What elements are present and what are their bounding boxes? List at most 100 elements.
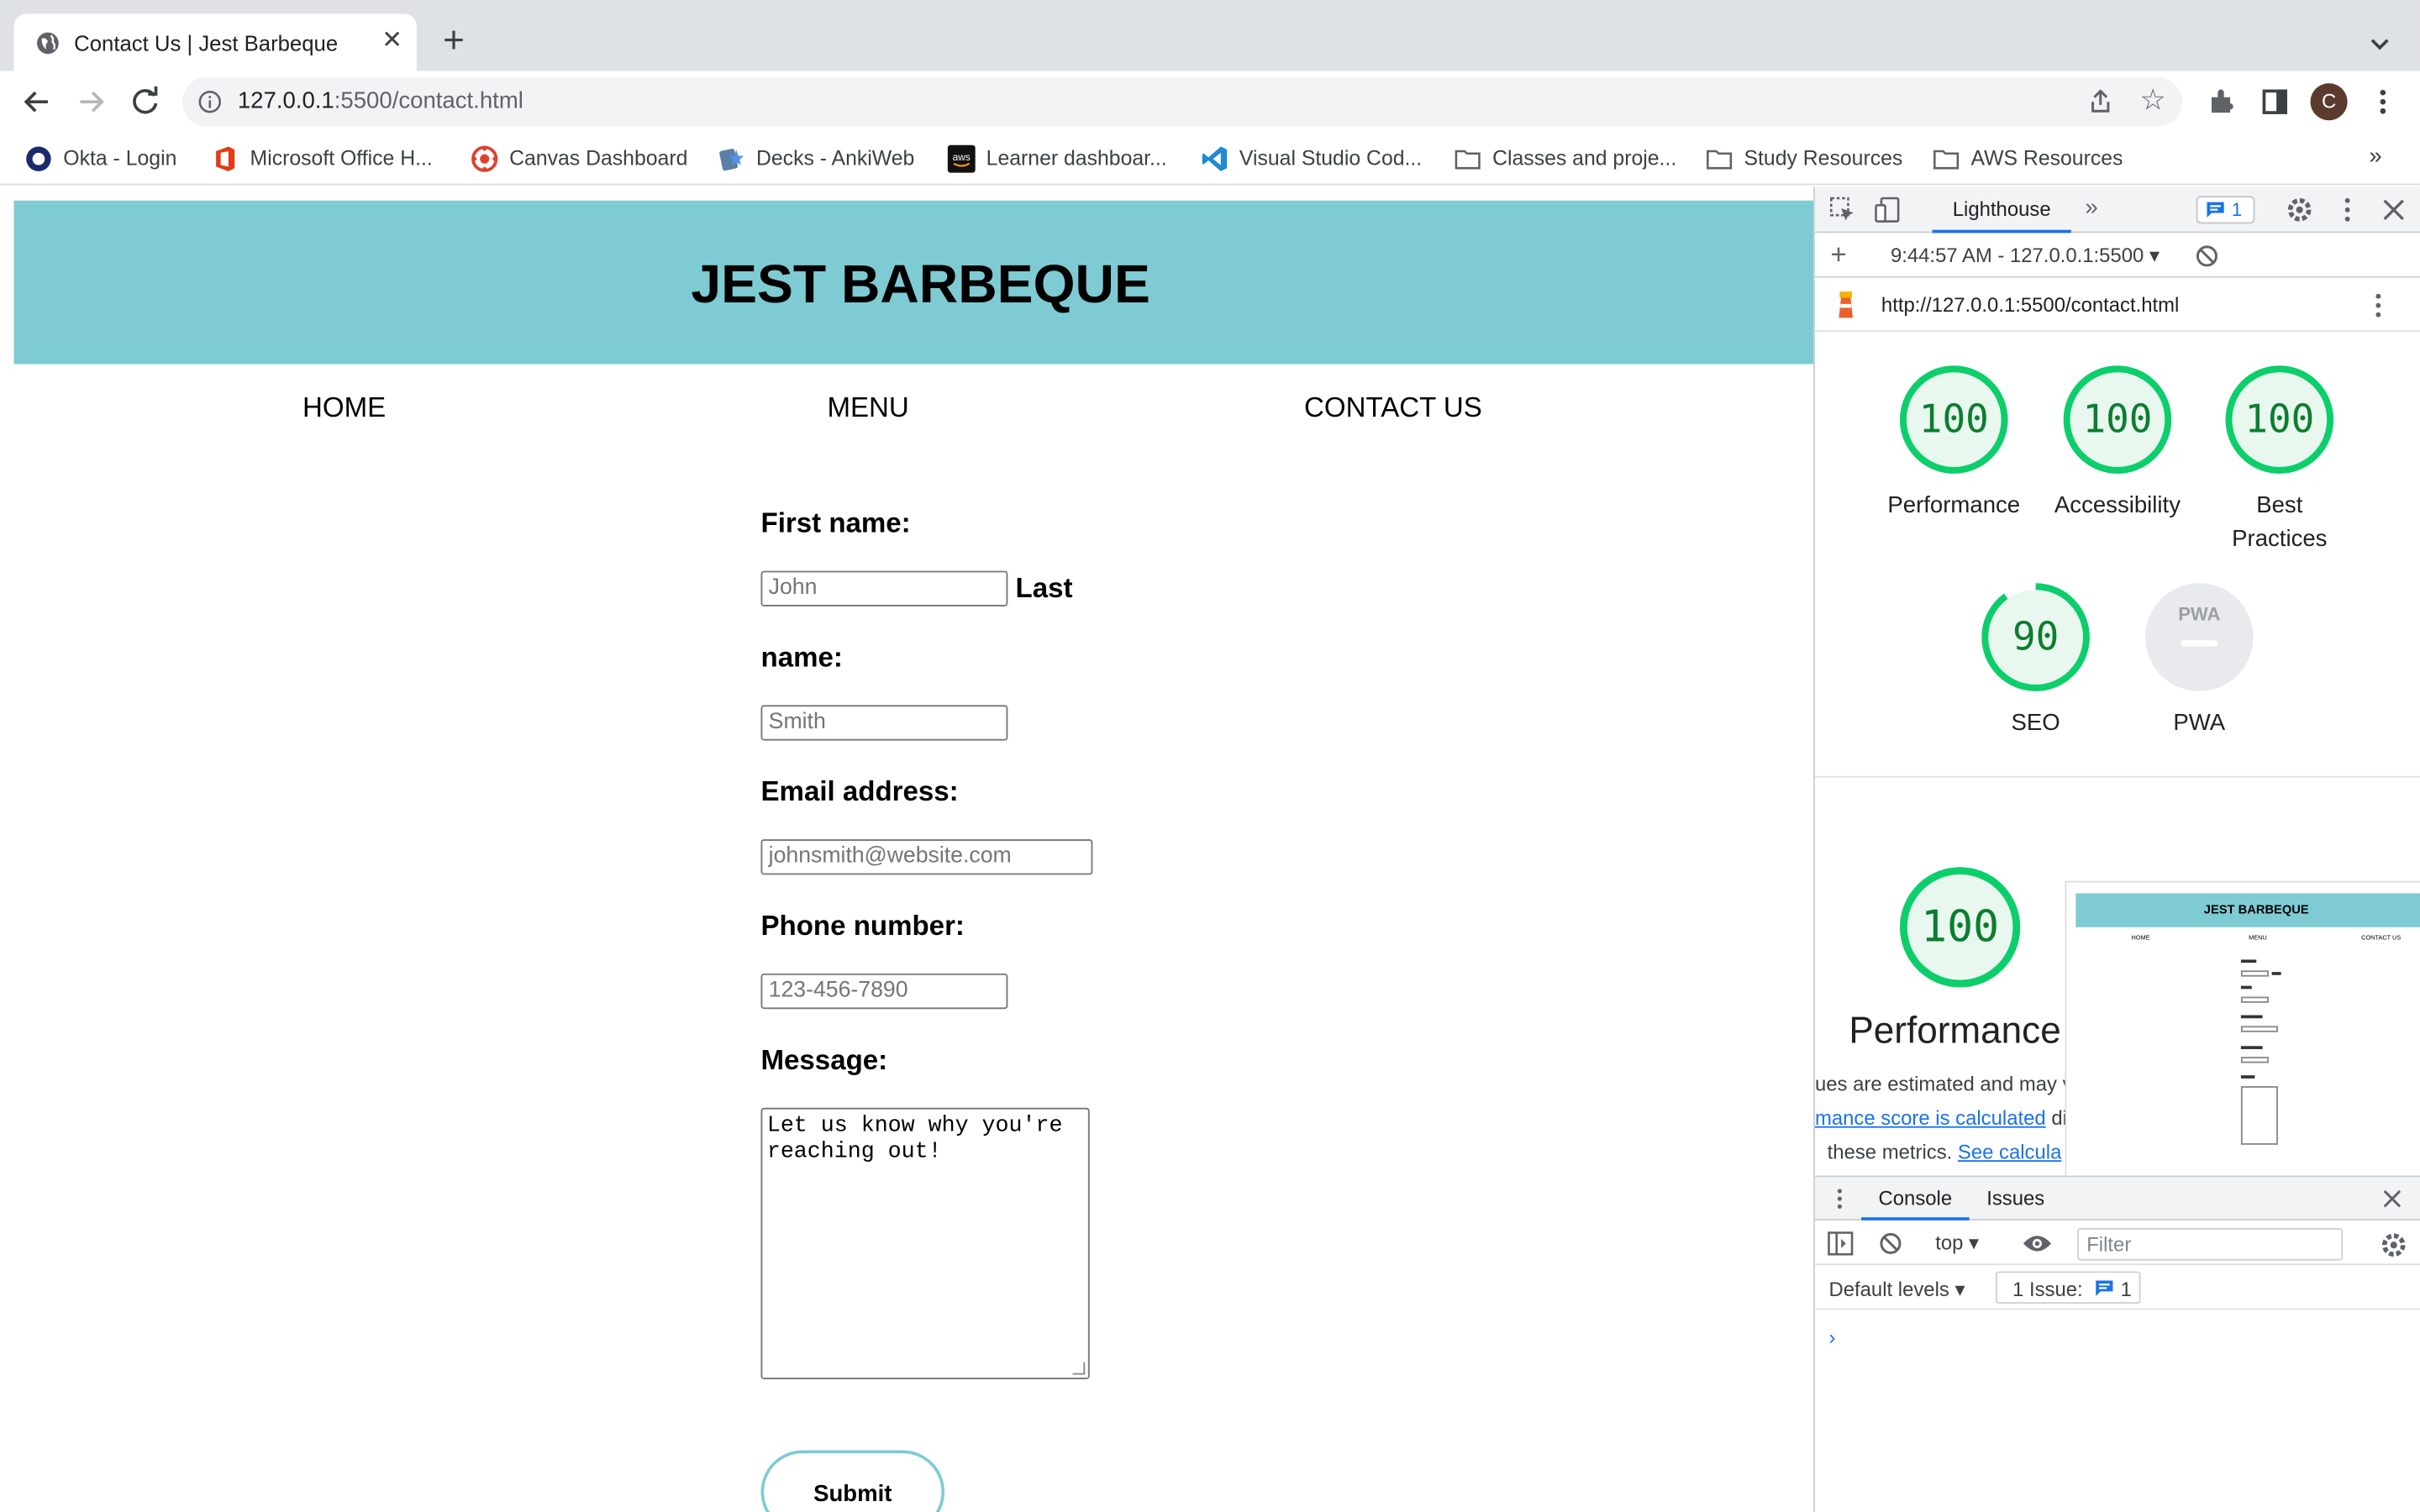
report-url: http://127.0.0.1:5500/contact.html <box>1881 292 2180 317</box>
console-prompt[interactable]: › <box>1828 1326 1835 1349</box>
nav-home-link[interactable]: HOME <box>302 392 386 425</box>
page-screenshot-thumbnail: JEST BARBEQUE HOME MENU CONTACT US <box>2065 880 2420 1178</box>
folder-icon <box>1933 150 1960 170</box>
tab-console[interactable]: Console <box>1861 1177 1970 1221</box>
phone-input[interactable]: 123-456-7890 <box>760 973 1008 1010</box>
first-name-label: First name: <box>760 507 911 539</box>
browser-tab[interactable]: Contact Us | Jest Barbeque ✕ <box>13 13 417 71</box>
best-practices-label: Best Practices <box>2232 491 2328 553</box>
bookmark-star-icon[interactable]: ☆ <box>2138 86 2169 118</box>
message-icon <box>2096 1280 2113 1296</box>
pwa-gauge[interactable]: PWA <box>2144 581 2254 692</box>
report-menu-icon[interactable] <box>2370 291 2386 319</box>
clear-reports-icon[interactable] <box>2195 244 2219 268</box>
thumb-title: JEST BARBEQUE <box>2203 902 2309 916</box>
perf-note-line: mance score is calculated dir <box>1814 1105 2074 1130</box>
tab-title: Contact Us | Jest Barbeque <box>74 30 339 56</box>
aws-icon: aws <box>947 144 976 173</box>
forward-icon[interactable] <box>72 83 109 120</box>
okta-icon <box>26 146 51 171</box>
drawer-menu-icon[interactable] <box>1835 1186 1844 1210</box>
reload-icon[interactable] <box>127 83 164 120</box>
share-icon[interactable] <box>2086 88 2114 116</box>
back-icon[interactable] <box>18 83 55 120</box>
clear-console-icon[interactable] <box>1878 1231 1902 1256</box>
message-line: reaching out! <box>766 1140 942 1165</box>
close-devtools-icon[interactable] <box>2380 196 2407 223</box>
browser-menu-icon[interactable] <box>2367 87 2398 118</box>
first-name-input[interactable]: John <box>760 570 1008 606</box>
lighthouse-report-bar: + 9:44:57 AM - 127.0.0.1:5500 ▾ <box>1814 234 2420 278</box>
extensions-icon[interactable] <box>2207 87 2238 118</box>
best-practices-gauge[interactable]: 100 <box>2224 364 2335 475</box>
performance-heading: Performance <box>1849 1011 2061 1053</box>
browser-toolbar: 127.0.0.1:5500/contact.html ☆ C <box>0 71 2420 133</box>
thumb-form <box>2240 959 2326 1160</box>
live-expression-eye-icon[interactable] <box>2022 1233 2053 1255</box>
tab-lighthouse[interactable]: Lighthouse <box>1932 186 2071 234</box>
anki-icon <box>719 149 744 171</box>
tab-issues[interactable]: Issues <box>1974 1177 2057 1220</box>
console-issues-button[interactable]: 1 Issue: 1 <box>1995 1271 2141 1305</box>
console-settings-gear-icon[interactable] <box>2380 1231 2407 1259</box>
perf-note-line: these metrics. See calcula <box>1827 1140 2062 1163</box>
profile-avatar[interactable]: C <box>2310 83 2348 121</box>
console-levels-bar: Default levels ▾ 1 Issue: 1 <box>1814 1267 2420 1310</box>
side-panel-icon[interactable] <box>2260 87 2291 118</box>
console-filter-input[interactable]: Filter <box>2077 1228 2344 1261</box>
bookmarks-overflow-button[interactable]: » <box>2369 144 2381 170</box>
more-tabs-button[interactable]: » <box>2085 194 2097 220</box>
accessibility-gauge[interactable]: 100 <box>2062 364 2173 475</box>
score-calc-link[interactable]: mance score is calculated <box>1815 1106 2046 1130</box>
settings-gear-icon[interactable] <box>2286 196 2313 223</box>
tab-search-icon[interactable] <box>2365 28 2396 59</box>
devtools-panel: Lighthouse » 1 + 9:44:57 AM - 127.0.0.1:… <box>1813 186 2420 1512</box>
address-bar[interactable]: 127.0.0.1:5500/contact.html ☆ <box>182 76 2183 127</box>
resize-grip-icon[interactable] <box>1072 1362 1086 1375</box>
console-drawer: Console Issues top ▾ Filter Default leve… <box>1814 1175 2420 1512</box>
performance-label: Performance <box>1887 491 2021 519</box>
inspect-element-icon[interactable] <box>1828 196 1856 223</box>
log-levels-dropdown[interactable]: Default levels ▾ <box>1828 1278 1965 1302</box>
email-input[interactable]: johnsmith@website.com <box>760 839 1093 875</box>
close-drawer-icon[interactable] <box>2383 1189 2402 1208</box>
devtools-menu-icon[interactable] <box>2333 196 2361 223</box>
folder-icon <box>1707 150 1733 170</box>
close-tab-icon[interactable]: ✕ <box>378 28 406 55</box>
thumb-nav: HOME <box>2131 933 2150 942</box>
message-label: Message: <box>760 1044 888 1076</box>
phone-label: Phone number: <box>760 910 965 942</box>
new-tab-button[interactable]: + <box>435 23 472 61</box>
console-toolbar: top ▾ Filter <box>1814 1222 2420 1266</box>
new-report-button[interactable]: + <box>1830 239 1846 272</box>
seo-gauge[interactable]: 90 <box>1980 581 2091 692</box>
pwa-label: PWA <box>2173 709 2226 737</box>
pwa-badge-text: PWA <box>2178 603 2220 624</box>
last-name-label: Last <box>1015 572 1073 604</box>
submit-button[interactable]: Submit <box>760 1450 945 1512</box>
thumb-nav: CONTACT US <box>2361 933 2402 942</box>
url-text: 127.0.0.1:5500/contact.html <box>237 87 523 114</box>
nav-contact-link[interactable]: CONTACT US <box>1304 392 1482 425</box>
context-selector[interactable]: top ▾ <box>1935 1231 1979 1256</box>
site-info-icon[interactable] <box>197 90 222 114</box>
last-name-input[interactable]: Smith <box>760 705 1008 741</box>
performance-gauge[interactable]: 100 <box>1898 364 2009 475</box>
device-toolbar-icon[interactable] <box>1874 196 1902 223</box>
message-icon <box>2207 202 2224 218</box>
console-sidebar-icon[interactable] <box>1828 1231 1854 1256</box>
svg-text:aws: aws <box>953 151 971 163</box>
canvas-icon <box>471 145 498 172</box>
vscode-icon <box>1202 146 1228 171</box>
folder-icon <box>1455 150 1481 170</box>
perf-note-line: ues are estimated and may va <box>1814 1072 2084 1096</box>
issues-badge[interactable]: 1 <box>2196 196 2255 224</box>
message-textarea[interactable]: Let us know why you're reaching out! <box>760 1107 1090 1380</box>
see-calculator-link[interactable]: See calcula <box>1958 1140 2061 1163</box>
devtools-toolbar: Lighthouse » 1 <box>1814 186 2420 234</box>
lighthouse-icon <box>1839 291 1853 318</box>
nav-menu-link[interactable]: MENU <box>827 392 908 425</box>
globe-icon <box>37 32 59 55</box>
message-line: Let us know why you're <box>766 1114 1063 1139</box>
report-selector[interactable]: 9:44:57 AM - 127.0.0.1:5500 ▾ <box>1891 244 2160 268</box>
